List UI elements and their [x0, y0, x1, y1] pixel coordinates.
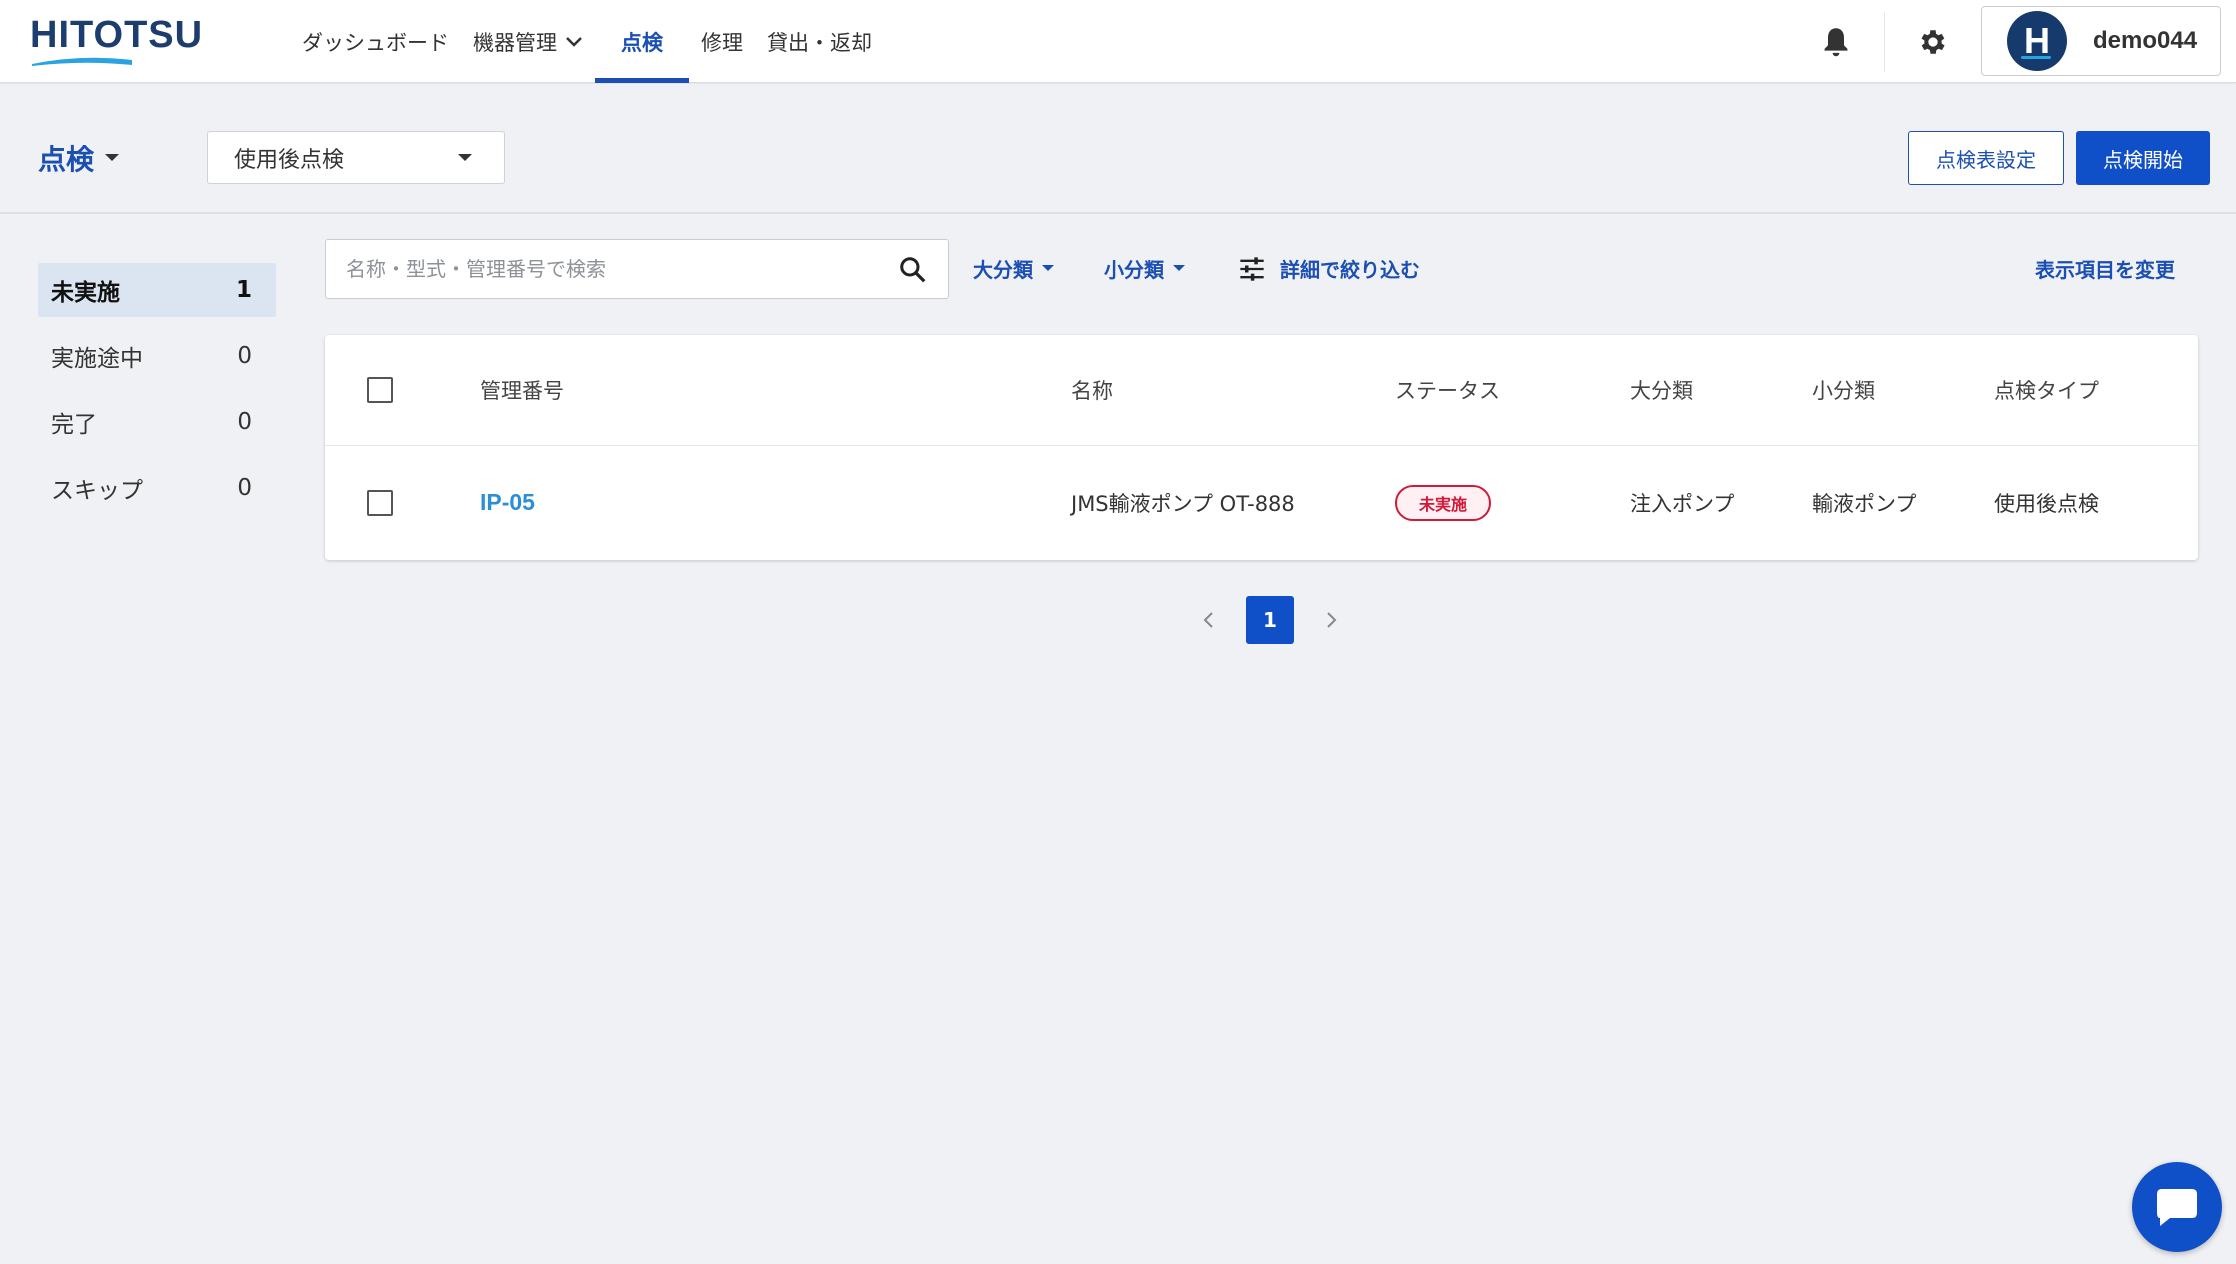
search-input[interactable]: [326, 240, 866, 298]
header-inspection-type[interactable]: 点検タイプ: [1994, 335, 2099, 445]
status-badge: 未実施: [1395, 484, 1492, 521]
chevron-left-icon: [1203, 612, 1213, 628]
row-inspection-type: 使用後点検: [1994, 491, 2099, 516]
notifications-button[interactable]: [1814, 20, 1858, 64]
status-filter-label: 未実施: [51, 280, 120, 306]
start-button-label: 点検開始: [2103, 147, 2183, 172]
nav-lending-label: 貸出・返却: [767, 30, 872, 55]
change-columns-link[interactable]: 表示項目を変更: [2035, 254, 2175, 283]
select-all-cell: [367, 335, 393, 445]
status-filter-count: 0: [237, 475, 252, 501]
header-small-category[interactable]: 小分類: [1812, 335, 1875, 445]
status-filter-skipped[interactable]: スキップ 0: [38, 461, 276, 515]
caret-down-icon: [1042, 265, 1054, 271]
inspection-type-value: 使用後点検: [234, 147, 345, 173]
caret-down-icon: [458, 154, 472, 161]
status-filter-in-progress[interactable]: 実施途中 0: [38, 329, 276, 383]
table-header: 管理番号 名称 ステータス 大分類 小分類 点検タイプ: [325, 335, 2198, 446]
nav-inspection-label: 点検: [621, 30, 663, 55]
row-name: JMS輸液ポンプ OT-888: [1071, 491, 1295, 516]
nav-equipment-management[interactable]: 機器管理: [461, 0, 595, 83]
header-name[interactable]: 名称: [1071, 335, 1113, 445]
detail-filter-button[interactable]: 詳細で絞り込む: [1238, 254, 1420, 283]
chevron-down-icon: [565, 36, 583, 48]
large-category-filter[interactable]: 大分類: [973, 254, 1054, 283]
small-category-filter[interactable]: 小分類: [1104, 254, 1185, 283]
nav-lending-return[interactable]: 貸出・返却: [755, 0, 884, 83]
select-all-checkbox[interactable]: [367, 377, 393, 403]
large-category-label: 大分類: [973, 258, 1033, 282]
status-filter-label: スキップ: [51, 478, 143, 504]
status-filter-label: 完了: [51, 412, 97, 438]
header-status[interactable]: ステータス: [1395, 335, 1500, 445]
detail-filter-label: 詳細で絞り込む: [1280, 258, 1420, 282]
row-checkbox[interactable]: [367, 489, 393, 516]
logo-text: HITOTSU: [30, 14, 204, 56]
inspection-sheet-settings-button[interactable]: 点検表設定: [1908, 131, 2064, 185]
page-title: 点検: [38, 143, 95, 176]
caret-down-icon: [105, 154, 120, 161]
header-large-category[interactable]: 大分類: [1630, 335, 1693, 445]
avatar: H: [2007, 11, 2067, 71]
bell-icon: [1824, 28, 1848, 57]
settings-button-label: 点検表設定: [1936, 147, 2036, 172]
page-header: 点検 使用後点検 点検表設定 点検開始: [0, 84, 2236, 214]
table-row[interactable]: IP-05 JMS輸液ポンプ OT-888 未実施 注入ポンプ 輸液ポンプ 使用…: [325, 446, 2198, 559]
search-box: [325, 239, 949, 299]
nav-dashboard-label: ダッシュボード: [302, 30, 449, 55]
user-menu-button[interactable]: H demo044: [1981, 6, 2221, 76]
chat-bubble-icon: [2157, 1189, 2197, 1226]
status-filter-count: 0: [237, 409, 252, 435]
status-filter-completed[interactable]: 完了 0: [38, 395, 276, 449]
sliders-icon: [1238, 256, 1266, 282]
status-filter-label: 実施途中: [51, 346, 143, 372]
small-category-label: 小分類: [1104, 258, 1164, 282]
top-navigation-bar: HITOTSU ダッシュボード 機器管理 点検 修理 貸出・返却 H demo0…: [0, 0, 2236, 83]
header-divider: [1884, 12, 1885, 72]
equipment-id-link[interactable]: IP-05: [480, 489, 535, 516]
row-status-cell: 未実施: [1395, 446, 1492, 559]
search-icon[interactable]: [898, 255, 928, 285]
row-select-cell: [367, 446, 393, 559]
inspection-table: 管理番号 名称 ステータス 大分類 小分類 点検タイプ IP-05 JMS輸液ポ…: [325, 335, 2198, 560]
hitotsu-logo[interactable]: HITOTSU: [30, 12, 204, 68]
nav-inspection[interactable]: 点検: [595, 0, 689, 83]
nav-repair-label: 修理: [701, 30, 743, 55]
chevron-right-icon: [1327, 612, 1337, 628]
logo-swoosh-icon: [32, 57, 132, 66]
inspection-type-select[interactable]: 使用後点検: [207, 131, 505, 184]
pagination: 1: [1190, 596, 1350, 644]
status-filter-count: 0: [237, 343, 252, 369]
settings-button[interactable]: [1911, 20, 1955, 64]
row-id-cell: IP-05: [480, 446, 535, 559]
main-nav: ダッシュボード 機器管理 点検 修理 貸出・返却: [290, 0, 884, 83]
gear-icon: [1921, 30, 1945, 54]
caret-down-icon: [1173, 265, 1185, 271]
nav-repair[interactable]: 修理: [689, 0, 755, 83]
avatar-letter: H: [2024, 20, 2050, 61]
header-id[interactable]: 管理番号: [480, 335, 564, 445]
row-large-category: 注入ポンプ: [1630, 491, 1735, 516]
page-title-dropdown[interactable]: 点検: [38, 138, 120, 178]
status-filter-list: 未実施 1 実施途中 0 完了 0 スキップ 0: [38, 263, 276, 527]
support-chat-button[interactable]: [2132, 1162, 2222, 1252]
status-filter-count: 1: [235, 277, 252, 303]
username: demo044: [2093, 27, 2198, 54]
status-filter-not-done[interactable]: 未実施 1: [38, 263, 276, 317]
prev-page-button[interactable]: [1190, 596, 1226, 644]
page-number-current[interactable]: 1: [1246, 596, 1294, 644]
next-page-button[interactable]: [1314, 596, 1350, 644]
row-small-category: 輸液ポンプ: [1812, 491, 1917, 516]
start-inspection-button[interactable]: 点検開始: [2076, 131, 2210, 185]
nav-dashboard[interactable]: ダッシュボード: [290, 0, 461, 83]
nav-equipment-label: 機器管理: [473, 30, 557, 55]
